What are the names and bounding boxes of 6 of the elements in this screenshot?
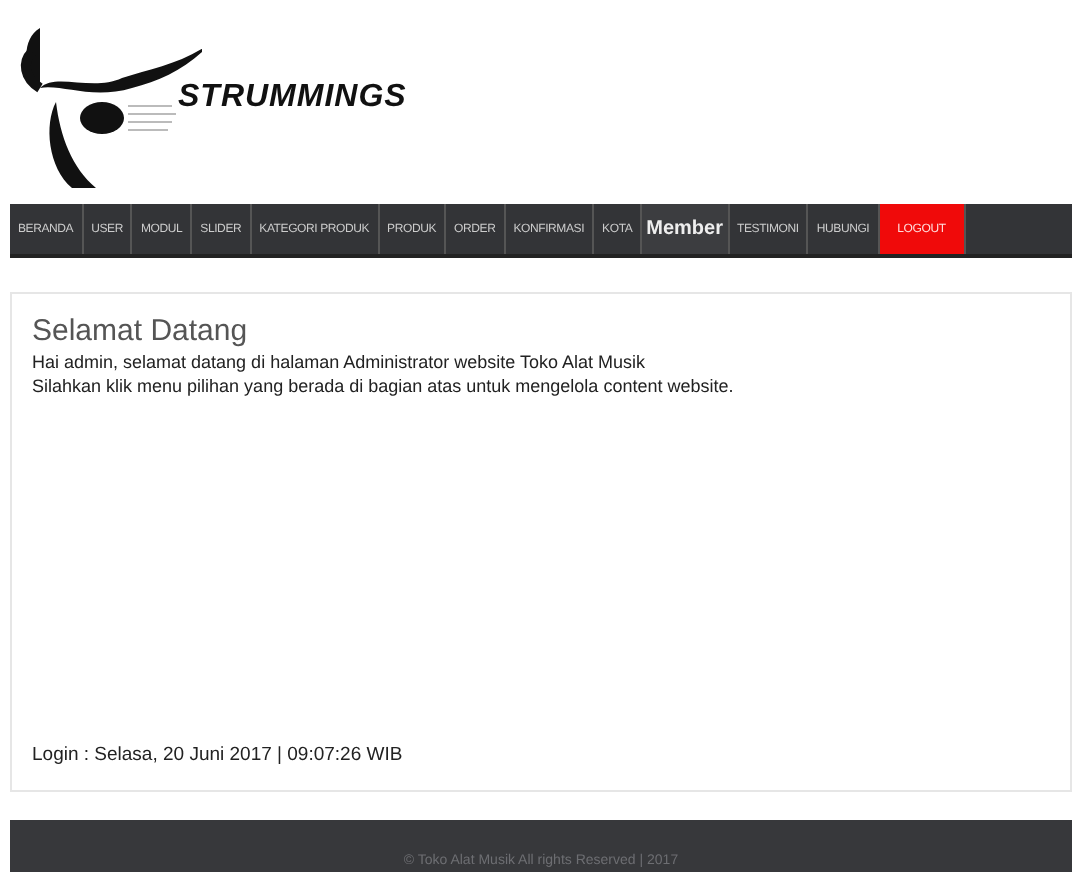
welcome-text: Hai admin, selamat datang di halaman Administrator website Toko Alat Musik [32,352,647,372]
welcome-heading: Selamat Datang [32,314,250,348]
login-time: Login : Selasa, 20 Juni 2017 | 09:07:26 WIB [32,744,403,766]
welcome-text: Silahkan klik menu pilihan yang berada di bagian atas untuk mengelola content website. [32,376,736,396]
nav-link[interactable]: Member [642,204,729,254]
logo-text: STRUMMINGS [178,80,407,116]
